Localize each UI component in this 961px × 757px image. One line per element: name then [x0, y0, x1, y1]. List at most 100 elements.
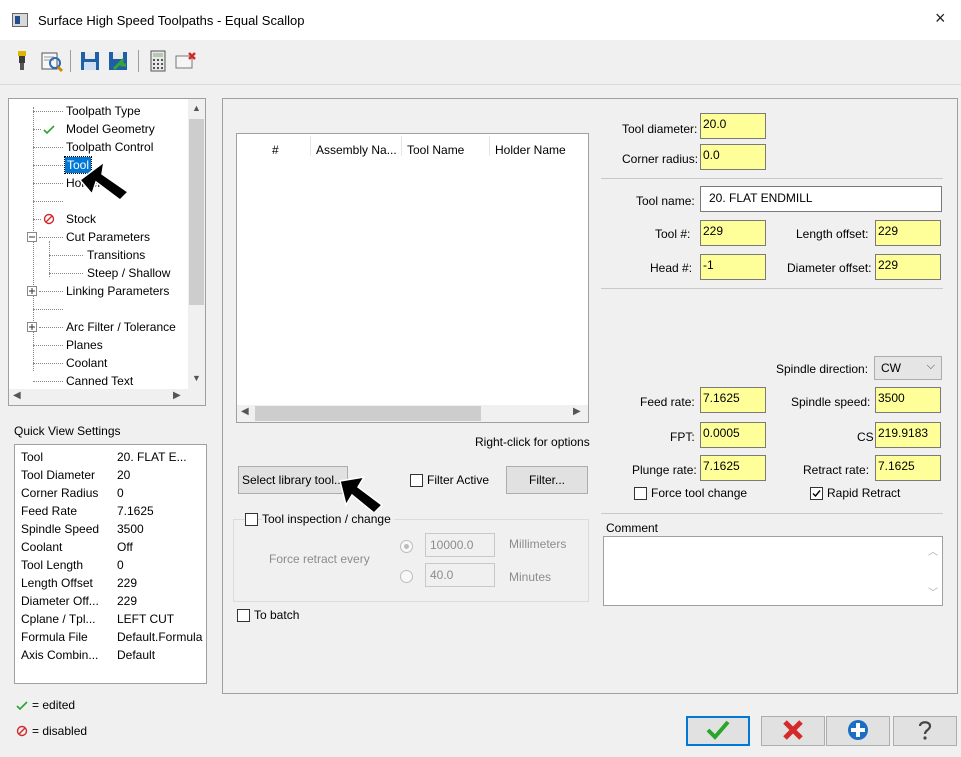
column-header-tool-name[interactable]: Tool Name	[407, 143, 464, 157]
save-icon[interactable]	[78, 49, 102, 73]
help-button[interactable]	[893, 716, 957, 746]
qv-row: Tool Length 0	[21, 558, 124, 572]
scroll-up-icon[interactable]: ▲	[192, 103, 201, 113]
rapid-retract-checkbox[interactable]	[810, 487, 823, 500]
column-header-assembly[interactable]: Assembly Na...	[316, 143, 397, 157]
rapid-retract-label: Rapid Retract	[827, 486, 901, 500]
qv-row: Tool 20. FLAT E...	[21, 450, 187, 464]
plunge-rate-label: Plunge rate:	[632, 463, 697, 477]
tool-inspection-checkbox[interactable]	[245, 513, 258, 526]
qv-value: 7.1625	[117, 504, 154, 518]
column-divider[interactable]	[310, 136, 311, 156]
retract-mm-unit: Millimeters	[509, 537, 567, 551]
tree-item-arc-filter[interactable]: Arc Filter / Tolerance	[66, 320, 176, 334]
tree-horizontal-scrollbar[interactable]: ◀ ▶	[9, 389, 205, 405]
toolbar	[0, 40, 961, 85]
tool-diameter-input[interactable]: 20.0	[700, 113, 766, 139]
tree-item-steep-shallow[interactable]: Steep / Shallow	[87, 266, 170, 280]
export-icon[interactable]	[106, 49, 130, 73]
parameter-tree[interactable]: Toolpath Type Model Geometry Toolpath Co…	[8, 98, 206, 406]
tree-item-coolant[interactable]: Coolant	[66, 356, 107, 370]
tree-item-toolpath-control[interactable]: Toolpath Control	[66, 140, 153, 154]
scroll-right-icon[interactable]: ▶	[573, 406, 581, 417]
retract-mm-radio[interactable]	[400, 540, 413, 553]
filter-button[interactable]: Filter...	[506, 466, 588, 494]
retract-min-input[interactable]: 40.0	[425, 563, 495, 587]
comment-textarea[interactable]: ︿ ﹀	[603, 536, 943, 606]
force-tool-change-checkbox[interactable]	[634, 487, 647, 500]
tool-list-horizontal-scrollbar[interactable]: ◀ ▶	[237, 405, 588, 422]
to-batch-checkbox[interactable]	[237, 609, 250, 622]
column-divider[interactable]	[401, 136, 402, 156]
close-button[interactable]: ×	[935, 8, 946, 29]
scroll-left-icon[interactable]: ◀	[13, 390, 21, 401]
column-header-number[interactable]: #	[272, 143, 279, 157]
tree-item-linking-parameters[interactable]: Linking Parameters	[66, 284, 169, 298]
qv-key: Spindle Speed	[21, 522, 100, 536]
tool-number-input[interactable]: 229	[700, 220, 766, 246]
feed-rate-input[interactable]: 7.1625	[700, 387, 766, 413]
retract-rate-input[interactable]: 7.1625	[875, 455, 941, 481]
spindle-speed-input[interactable]: 3500	[875, 387, 941, 413]
tree-item-toolpath-type[interactable]: Toolpath Type	[66, 104, 141, 118]
expand-icon[interactable]	[27, 322, 37, 332]
divider	[601, 288, 943, 289]
scrollbar-thumb[interactable]	[255, 406, 481, 421]
cs-input[interactable]: 219.9183	[875, 422, 941, 448]
select-library-tool-button[interactable]: Select library tool...	[238, 466, 348, 494]
window-title: Surface High Speed Toolpaths - Equal Sca…	[38, 13, 305, 28]
scroll-down-icon[interactable]: ﹀	[928, 584, 938, 599]
retract-min-radio[interactable]	[400, 570, 413, 583]
qv-value: Default.Formula	[117, 630, 203, 644]
plunge-rate-input[interactable]: 7.1625	[700, 455, 766, 481]
tree-item-canned-text[interactable]: Canned Text	[66, 374, 133, 388]
calculator-icon[interactable]	[146, 49, 170, 73]
ok-button[interactable]	[686, 716, 750, 746]
qv-row: Coolant Off	[21, 540, 133, 554]
checkmark-icon	[812, 490, 821, 498]
head-number-input[interactable]: -1	[700, 254, 766, 280]
scroll-up-icon[interactable]: ︿	[928, 543, 938, 558]
tree-item-cut-parameters[interactable]: Cut Parameters	[66, 230, 150, 244]
preview-icon[interactable]	[40, 49, 64, 73]
fpt-input[interactable]: 0.0005	[700, 422, 766, 448]
toolbar-separator	[138, 50, 139, 72]
scroll-left-icon[interactable]: ◀	[241, 406, 249, 417]
retract-mm-input[interactable]: 10000.0	[425, 533, 495, 557]
apply-button[interactable]	[826, 716, 890, 746]
diameter-offset-input[interactable]: 229	[875, 254, 941, 280]
tree-item-planes[interactable]: Planes	[66, 338, 103, 352]
filter-active-checkbox[interactable]	[410, 474, 423, 487]
clear-icon[interactable]	[174, 49, 198, 73]
qv-row: Feed Rate 7.1625	[21, 504, 154, 518]
qv-row: Corner Radius 0	[21, 486, 124, 500]
corner-radius-input[interactable]: 0.0	[700, 144, 766, 170]
qv-value: 20	[117, 468, 131, 482]
scroll-down-icon[interactable]: ▼	[192, 373, 201, 383]
tool-name-input[interactable]: 20. FLAT ENDMILL	[700, 186, 942, 212]
head-number-label: Head #:	[650, 261, 693, 275]
tree-item-transitions[interactable]: Transitions	[87, 248, 145, 262]
disabled-icon	[16, 725, 28, 737]
spindle-direction-select[interactable]: CW ⌵	[874, 356, 942, 380]
cancel-button[interactable]	[761, 716, 825, 746]
expand-icon[interactable]	[27, 286, 37, 296]
spindle-direction-value: CW	[881, 361, 901, 375]
scrollbar-thumb[interactable]	[189, 119, 204, 305]
checkmark-icon	[706, 720, 730, 740]
checkmark-icon	[16, 701, 28, 711]
qv-row: Diameter Off... 229	[21, 594, 137, 608]
tool-list[interactable]	[236, 133, 589, 423]
tool-icon[interactable]	[10, 49, 34, 73]
tool-inspection-label: Tool inspection / change	[262, 512, 394, 526]
tree-item-stock[interactable]: Stock	[66, 212, 96, 226]
scroll-right-icon[interactable]: ▶	[173, 390, 181, 401]
column-header-holder-name[interactable]: Holder Name	[495, 143, 566, 157]
tree-item-model-geometry[interactable]: Model Geometry	[66, 122, 155, 136]
collapse-icon[interactable]	[27, 232, 37, 242]
column-divider[interactable]	[489, 136, 490, 156]
qv-key: Corner Radius	[21, 486, 99, 500]
tree-vertical-scrollbar[interactable]: ▲ ▼	[188, 99, 205, 389]
length-offset-input[interactable]: 229	[875, 220, 941, 246]
tool-number-label: Tool #:	[655, 227, 691, 241]
